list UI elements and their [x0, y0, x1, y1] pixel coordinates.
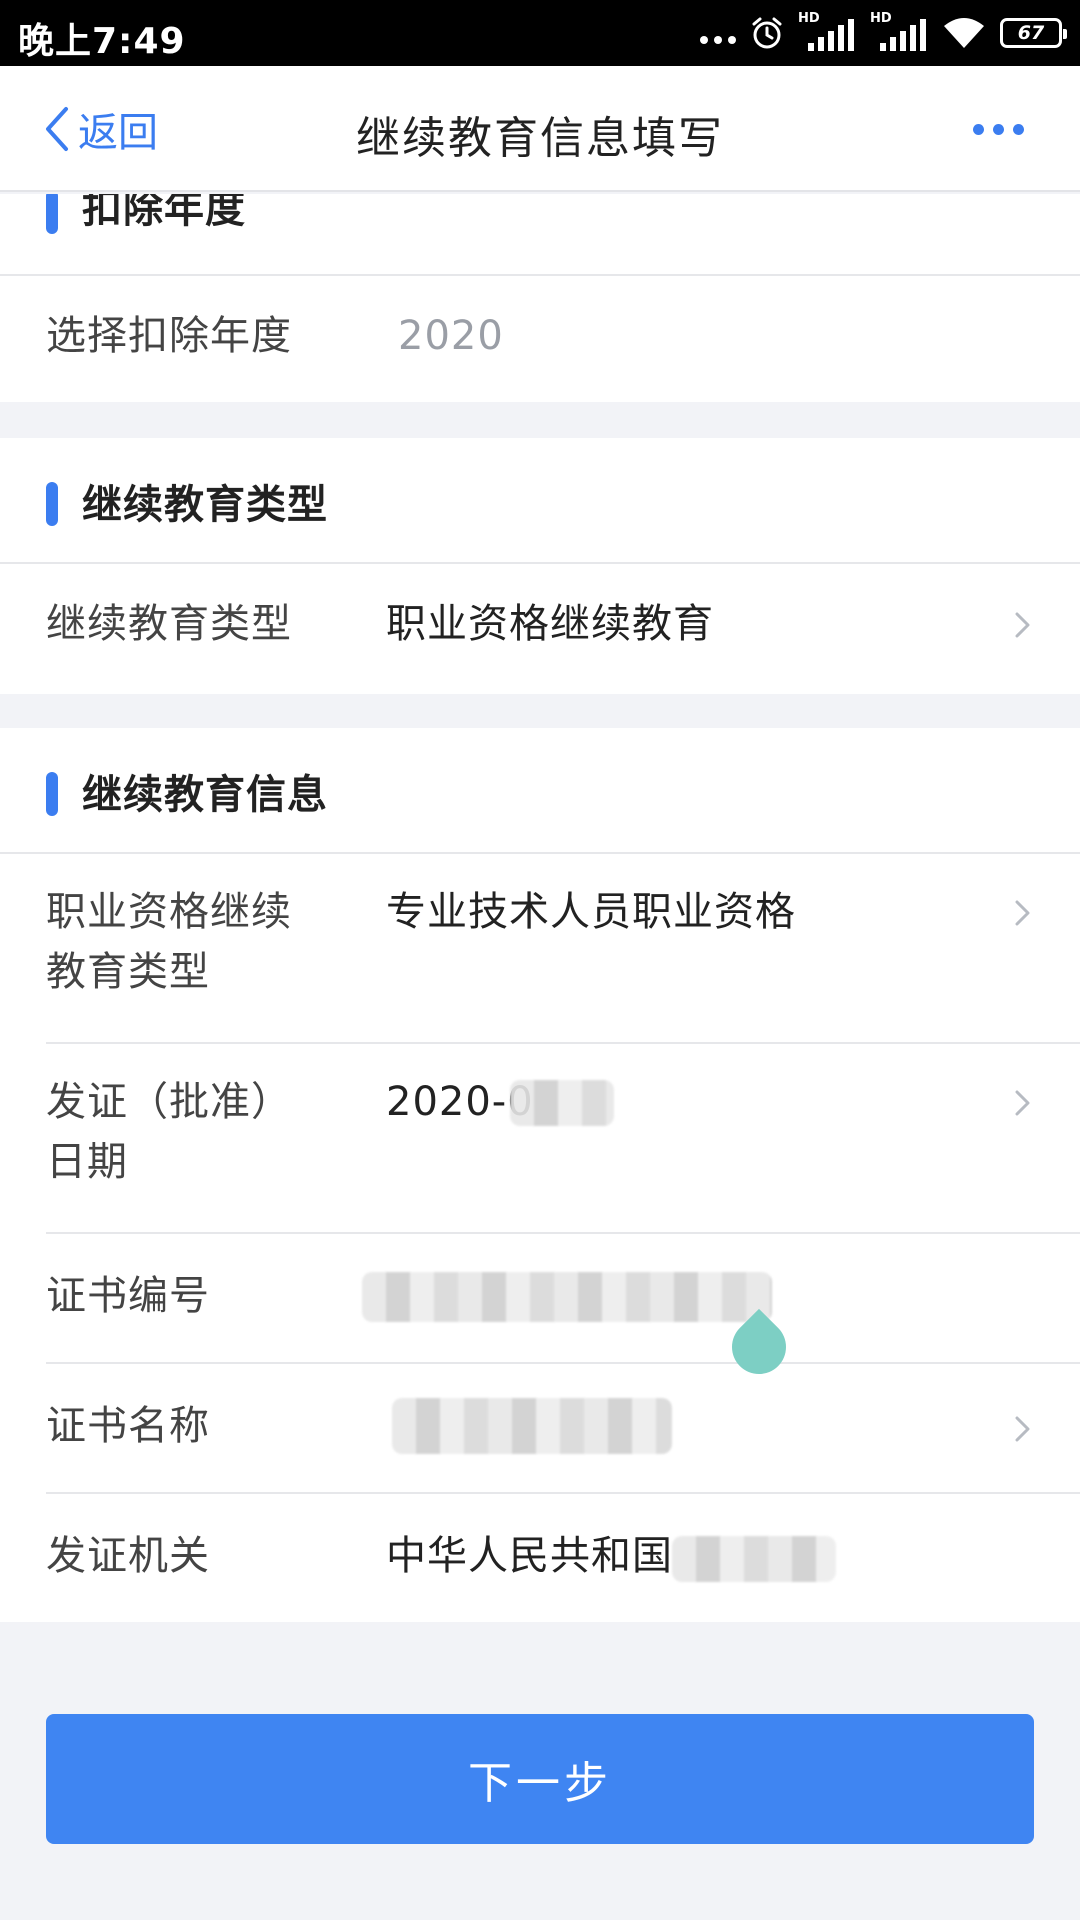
- row-label: 证书编号: [46, 1273, 210, 1319]
- section-deduction-year: 扣除年度 选择扣除年度 2020: [0, 194, 1080, 402]
- chevron-right-icon: [1015, 612, 1030, 638]
- chevron-right-icon: [1015, 1090, 1030, 1116]
- section-header: 继续教育类型: [0, 438, 1080, 564]
- section-accent: [46, 772, 58, 816]
- deduction-year-value: 2020: [398, 313, 504, 359]
- page-title: 继续教育信息填写: [356, 113, 724, 164]
- section-title: 继续教育信息: [82, 772, 328, 818]
- wifi-icon: [944, 18, 984, 48]
- issuing-authority-row[interactable]: 发证机关 中华人民共和国: [46, 1494, 1080, 1622]
- qualification-type-value: 专业技术人员职业资格: [386, 889, 796, 935]
- education-type-value: 职业资格继续教育: [386, 601, 714, 647]
- row-label-line2: 教育类型: [46, 949, 210, 995]
- signal-1-icon: HD: [798, 11, 856, 53]
- section-accent: [46, 482, 58, 526]
- section-title: 继续教育类型: [82, 482, 328, 528]
- status-bar: 晚上7:49 HD HD 67: [0, 0, 1080, 66]
- certificate-name-row[interactable]: 证书名称: [46, 1364, 1080, 1494]
- redacted-blur: [362, 1272, 772, 1322]
- nav-bar: 返回 继续教育信息填写: [0, 66, 1080, 192]
- redacted-blur: [672, 1536, 836, 1582]
- next-step-button[interactable]: 下一步: [46, 1714, 1034, 1844]
- section-header: 扣除年度: [0, 194, 1080, 276]
- section-title: 扣除年度: [82, 194, 246, 232]
- redacted-blur: [392, 1398, 672, 1454]
- row-label: 选择扣除年度: [46, 313, 292, 359]
- chevron-right-icon: [1015, 1416, 1030, 1442]
- row-label-line1: 发证（批准）: [46, 1079, 292, 1125]
- row-label: 证书名称: [46, 1403, 210, 1449]
- more-notifications-icon: [700, 36, 736, 44]
- issuing-authority-value: 中华人民共和国: [386, 1533, 673, 1579]
- signal-2-icon: HD: [870, 11, 928, 53]
- alarm-icon: [752, 17, 782, 49]
- row-label: 发证机关: [46, 1533, 210, 1579]
- section-education-info: 继续教育信息 职业资格继续 教育类型 专业技术人员职业资格 发证（批准） 日期 …: [0, 728, 1080, 1622]
- section-education-type: 继续教育类型 继续教育类型 职业资格继续教育: [0, 438, 1080, 694]
- status-time: 晚上7:49: [18, 21, 186, 62]
- deduction-year-row[interactable]: 选择扣除年度 2020: [0, 276, 1080, 402]
- chevron-right-icon: [1015, 900, 1030, 926]
- qualification-type-row[interactable]: 职业资格继续 教育类型 专业技术人员职业资格: [46, 854, 1080, 1044]
- redacted-blur: [510, 1080, 614, 1126]
- battery-icon: 67: [1000, 18, 1067, 48]
- section-header: 继续教育信息: [0, 728, 1080, 854]
- issue-date-row[interactable]: 发证（批准） 日期 2020-0: [46, 1044, 1080, 1234]
- more-options-button[interactable]: [973, 124, 1024, 135]
- row-label: 继续教育类型: [46, 601, 292, 647]
- education-type-row[interactable]: 继续教育类型 职业资格继续教育: [0, 564, 1080, 694]
- row-label-line2: 日期: [46, 1139, 128, 1185]
- certificate-number-row[interactable]: 证书编号: [46, 1234, 1080, 1386]
- row-label-line1: 职业资格继续: [46, 889, 292, 935]
- status-icons: HD HD 67: [700, 10, 1067, 56]
- section-accent: [46, 194, 58, 234]
- battery-level: 67: [1017, 22, 1045, 44]
